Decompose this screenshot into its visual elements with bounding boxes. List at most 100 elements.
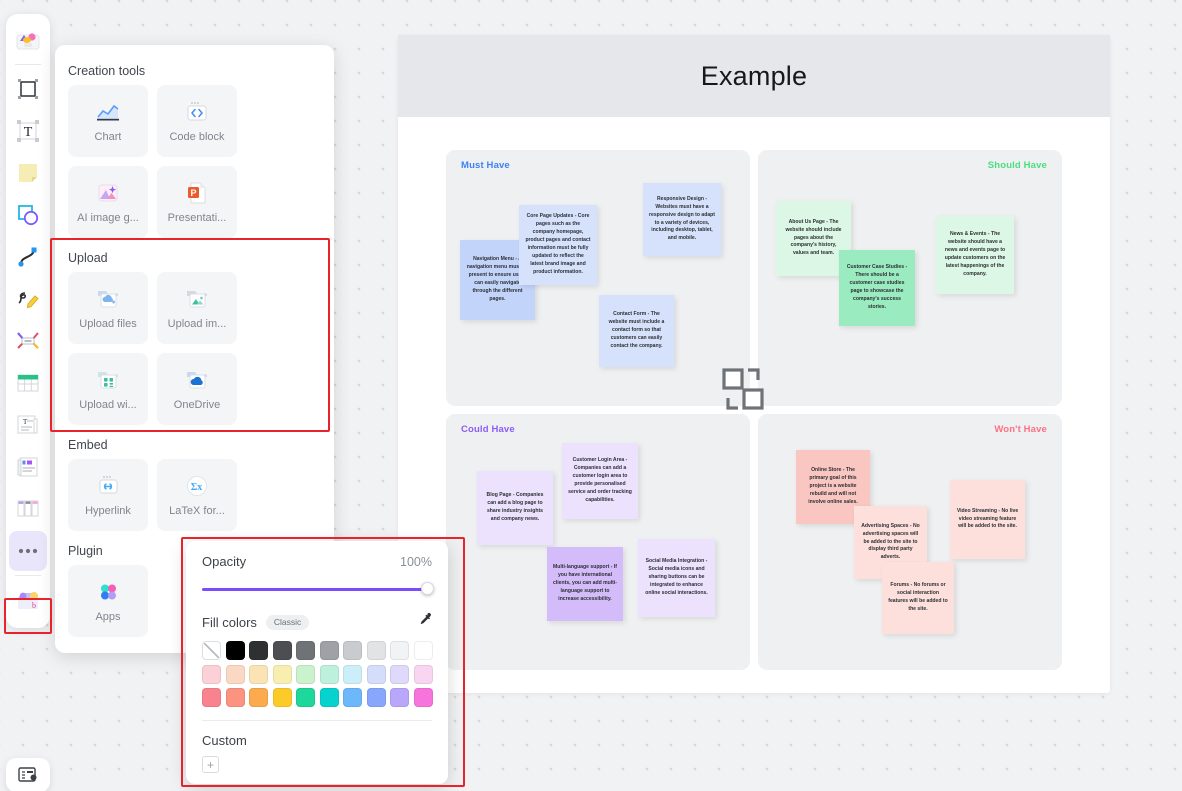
swatch[interactable] bbox=[343, 664, 362, 684]
style-panel: Opacity 100% Fill colors Classic Custom … bbox=[186, 541, 448, 784]
quadrant-label: Should Have bbox=[987, 160, 1047, 171]
tool-chart[interactable]: Chart bbox=[68, 85, 148, 157]
frame-tool[interactable] bbox=[9, 69, 47, 109]
opacity-value: 100% bbox=[400, 554, 432, 569]
tool-onedrive[interactable]: OneDrive bbox=[157, 353, 237, 425]
classic-chip[interactable]: Classic bbox=[265, 614, 310, 630]
swatch[interactable] bbox=[272, 664, 292, 684]
sticker-tool[interactable] bbox=[9, 20, 47, 60]
mind-map-tool[interactable] bbox=[9, 321, 47, 361]
sticky-note[interactable]: Customer Login Area - Companies can add … bbox=[562, 443, 638, 519]
swatch[interactable] bbox=[249, 688, 268, 707]
document-tool[interactable]: T bbox=[9, 405, 47, 445]
chart-icon bbox=[94, 99, 122, 125]
sticky-note[interactable]: Core Page Updates - Core pages such as t… bbox=[519, 205, 597, 285]
board-page[interactable]: Example Must Have Navigation Menu - A na… bbox=[398, 35, 1110, 693]
swatch[interactable] bbox=[225, 641, 245, 660]
tile-label: Chart bbox=[94, 131, 122, 143]
swatch[interactable] bbox=[319, 641, 339, 660]
swatch[interactable] bbox=[202, 688, 221, 707]
tool-presentation[interactable]: P Presentati... bbox=[157, 166, 237, 238]
shape-group-icon[interactable] bbox=[719, 365, 767, 413]
swatch[interactable] bbox=[390, 688, 409, 707]
swatch[interactable] bbox=[366, 688, 386, 707]
swatch[interactable] bbox=[202, 664, 221, 684]
quadrant-should-have[interactable]: Should Have About Us Page - The website … bbox=[758, 150, 1062, 406]
swatch[interactable] bbox=[366, 664, 386, 684]
swatch[interactable] bbox=[366, 641, 386, 660]
tool-latex[interactable]: Σx LaTeX for... bbox=[157, 459, 237, 531]
tile-label: Presentati... bbox=[167, 212, 227, 224]
ai-image-icon bbox=[94, 180, 122, 206]
sticky-note-tool[interactable] bbox=[9, 153, 47, 193]
sticky-note[interactable]: Multi-language support - If you have int… bbox=[547, 547, 623, 621]
text-tool[interactable]: T bbox=[9, 111, 47, 151]
pen-tool[interactable] bbox=[9, 279, 47, 319]
svg-text:P: P bbox=[190, 188, 196, 198]
tool-upload-widget[interactable]: Upload wi... bbox=[68, 353, 148, 425]
sticky-note[interactable]: Blog Page - Companies can add a blog pag… bbox=[477, 471, 553, 545]
swatch[interactable] bbox=[319, 688, 339, 707]
opacity-row: Opacity 100% bbox=[202, 554, 432, 569]
tool-hyperlink[interactable]: Hyperlink bbox=[68, 459, 148, 531]
swatch[interactable] bbox=[296, 664, 315, 684]
swatch[interactable] bbox=[272, 641, 292, 660]
tile-label: Upload files bbox=[79, 318, 137, 330]
sticky-note[interactable]: Forums - No forums or social interaction… bbox=[882, 562, 954, 634]
presentation-mode[interactable] bbox=[6, 758, 50, 791]
swatch[interactable] bbox=[225, 688, 245, 707]
sticky-note[interactable]: Social Media Integration - Social media … bbox=[638, 539, 715, 617]
onedrive-icon bbox=[183, 367, 211, 393]
table-tool[interactable] bbox=[9, 363, 47, 403]
fill-colors-header: Fill colors Classic bbox=[202, 612, 432, 632]
swatch[interactable] bbox=[249, 641, 268, 660]
swatch[interactable] bbox=[413, 641, 433, 660]
sticky-note[interactable]: Responsive Design - Websites must have a… bbox=[643, 183, 721, 256]
swatch[interactable] bbox=[296, 641, 315, 660]
opacity-slider-knob[interactable] bbox=[421, 582, 434, 595]
swatch[interactable] bbox=[272, 688, 292, 707]
opacity-slider-track[interactable] bbox=[202, 588, 432, 591]
connector-tool[interactable] bbox=[9, 237, 47, 277]
swatch[interactable] bbox=[390, 664, 409, 684]
sticky-note[interactable]: Contact Form - The website must include … bbox=[599, 295, 674, 367]
kanban-tool[interactable] bbox=[9, 489, 47, 529]
creation-tools-grid: Chart Code block AI image g... P Present… bbox=[68, 85, 321, 238]
swatch[interactable] bbox=[296, 688, 315, 707]
quadrant-must-have[interactable]: Must Have Navigation Menu - A navigation… bbox=[446, 150, 750, 406]
svg-text:Σx: Σx bbox=[191, 482, 203, 493]
tool-upload-image[interactable]: Upload im... bbox=[157, 272, 237, 344]
add-custom-color-button[interactable]: + bbox=[202, 756, 219, 773]
tool-upload-files[interactable]: Upload files bbox=[68, 272, 148, 344]
tool-apps[interactable]: Apps bbox=[68, 565, 148, 637]
swatch-none[interactable] bbox=[202, 641, 221, 660]
quadrant-could-have[interactable]: Could Have Blog Page - Companies can add… bbox=[446, 414, 750, 670]
swatch[interactable] bbox=[343, 688, 362, 707]
swatch[interactable] bbox=[343, 641, 362, 660]
quadrant-label: Could Have bbox=[461, 424, 515, 435]
tile-label: Code block bbox=[169, 131, 225, 143]
tool-code-block[interactable]: Code block bbox=[157, 85, 237, 157]
apps-icon bbox=[94, 579, 122, 605]
more-tool[interactable] bbox=[9, 531, 47, 571]
sticky-note[interactable]: Customer Case Studies - There should be … bbox=[839, 250, 915, 326]
opacity-label: Opacity bbox=[202, 554, 247, 569]
shapes-tool[interactable] bbox=[9, 195, 47, 235]
swatch[interactable] bbox=[390, 641, 409, 660]
swatch[interactable] bbox=[413, 664, 433, 684]
sticky-note[interactable]: Video Streaming - No live video streamin… bbox=[950, 480, 1025, 559]
swatch[interactable] bbox=[413, 688, 433, 707]
quadrant-wont-have[interactable]: Won't Have Online Store - The primary go… bbox=[758, 414, 1062, 670]
swatch[interactable] bbox=[319, 664, 339, 684]
eyedropper-icon[interactable] bbox=[417, 612, 432, 632]
template-tool[interactable] bbox=[9, 447, 47, 487]
opacity-slider[interactable] bbox=[202, 582, 434, 596]
code-block-icon bbox=[183, 99, 211, 125]
quadrant-label: Must Have bbox=[461, 160, 510, 171]
sticky-note[interactable]: News & Events - The website should have … bbox=[936, 216, 1014, 294]
swatch[interactable] bbox=[225, 664, 245, 684]
panel-divider bbox=[202, 720, 432, 721]
tool-ai-image[interactable]: AI image g... bbox=[68, 166, 148, 238]
swatch[interactable] bbox=[249, 664, 268, 684]
toolbox-tool[interactable]: b bbox=[9, 580, 47, 620]
